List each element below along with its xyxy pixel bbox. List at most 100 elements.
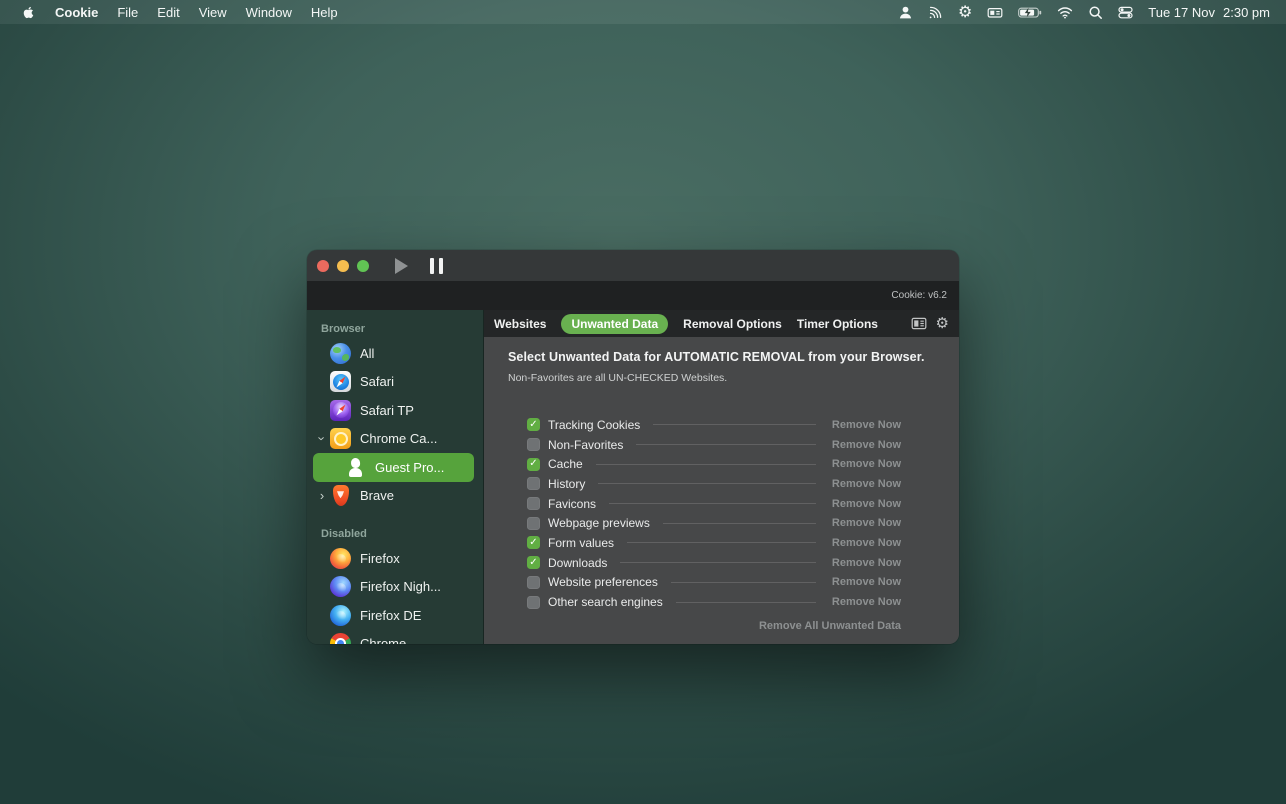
sidebar-item-safari-tp[interactable]: Safari TP: [307, 396, 483, 425]
minimize-button[interactable]: [337, 260, 349, 272]
leader-line: [609, 503, 816, 504]
keyboard-icon[interactable]: [987, 4, 1003, 20]
sidebar-section-header-browser: Browser: [307, 317, 483, 339]
menubar-date: Tue 17 Nov: [1148, 5, 1215, 20]
menubar-clock[interactable]: Tue 17 Nov 2:30 pm: [1148, 5, 1270, 20]
leader-line: [636, 444, 816, 445]
sidebar-item-all[interactable]: All: [307, 339, 483, 368]
compass-face: [333, 374, 349, 390]
search-icon[interactable]: [1088, 4, 1103, 20]
remove-now-button[interactable]: Remove Now: [832, 439, 901, 451]
chevron-down-icon[interactable]: ›: [316, 434, 329, 444]
remove-now-button[interactable]: Remove Now: [832, 537, 901, 549]
pause-button[interactable]: [430, 258, 443, 274]
tab-bar-tabs: Websites Unwanted Data Removal Options Time…: [494, 314, 878, 334]
user-icon[interactable]: [898, 4, 913, 20]
sidebar-section-header-disabled: Disabled: [307, 522, 483, 544]
row-label: Form values: [548, 536, 614, 550]
tab-websites[interactable]: Websites: [494, 314, 546, 334]
sidebar-item-label: Safari TP: [360, 403, 414, 418]
menubar-items: File Edit View Window Help: [117, 5, 337, 20]
menubar-app-name[interactable]: Cookie: [55, 5, 98, 20]
menu-item-help[interactable]: Help: [311, 5, 338, 20]
chrome-canary-icon: [330, 428, 351, 449]
sidebar-item-label: Brave: [360, 488, 394, 503]
tab-removal-options[interactable]: Removal Options: [683, 314, 782, 334]
checkbox-history[interactable]: [527, 477, 540, 490]
settings-gear-icon[interactable]: ⚙: [936, 316, 949, 331]
tab-unwanted-data[interactable]: Unwanted Data: [561, 314, 668, 334]
remove-now-button[interactable]: Remove Now: [832, 517, 901, 529]
row-label: Website preferences: [548, 575, 658, 589]
sidebar-item-firefox[interactable]: Firefox: [307, 544, 483, 573]
guest-icon: [345, 457, 366, 478]
checkbox-favicons[interactable]: [527, 497, 540, 510]
checkbox-form-values[interactable]: ✓: [527, 536, 540, 549]
leader-line: [620, 562, 816, 563]
checkbox-downloads[interactable]: ✓: [527, 556, 540, 569]
row-label: History: [548, 477, 585, 491]
menu-item-view[interactable]: View: [199, 5, 227, 20]
sidebar-item-chrome[interactable]: Chrome: [307, 630, 483, 645]
sidebar-item-brave[interactable]: › Brave: [307, 482, 483, 511]
leader-line: [676, 602, 816, 603]
control-center-icon[interactable]: [1118, 4, 1133, 20]
sidebar-item-safari[interactable]: Safari: [307, 368, 483, 397]
checkbox-other-search-engines[interactable]: [527, 596, 540, 609]
remove-now-button[interactable]: Remove Now: [832, 576, 901, 588]
menu-item-edit[interactable]: Edit: [157, 5, 179, 20]
apple-menu-icon[interactable]: [21, 5, 36, 20]
row-label: Other search engines: [548, 595, 663, 609]
chevron-right-icon[interactable]: ›: [317, 489, 327, 502]
sidebar-item-firefox-nigh[interactable]: Firefox Nigh...: [307, 573, 483, 602]
firefox-nightly-icon: [330, 576, 351, 597]
row-label: Non-Favorites: [548, 438, 623, 452]
menu-item-window[interactable]: Window: [246, 5, 292, 20]
sidebar-item-guest-pro[interactable]: Guest Pro...: [313, 453, 474, 482]
window-titlebar[interactable]: [307, 250, 959, 281]
checkbox-non-favorites[interactable]: [527, 438, 540, 451]
remove-now-button[interactable]: Remove Now: [832, 557, 901, 569]
remove-now-button[interactable]: Remove Now: [832, 498, 901, 510]
remove-now-button[interactable]: Remove Now: [832, 419, 901, 431]
row-label: Webpage previews: [548, 516, 650, 530]
sidebar-item-firefox-de[interactable]: Firefox DE: [307, 601, 483, 630]
menu-item-file[interactable]: File: [117, 5, 138, 20]
leader-line: [663, 523, 816, 524]
firefox-de-icon: [330, 605, 351, 626]
leader-line: [596, 464, 816, 465]
checkbox-tracking-cookies[interactable]: ✓: [527, 418, 540, 431]
waves-icon[interactable]: [928, 4, 943, 20]
compass-face: [333, 402, 349, 418]
brave-icon: [330, 485, 351, 506]
gear-icon[interactable]: ⚙: [958, 4, 972, 20]
data-row-website-preferences: Website preferences Remove Now: [527, 573, 901, 593]
panel-subheading: Non-Favorites are all UN-CHECKED Website…: [508, 372, 935, 384]
close-button[interactable]: [317, 260, 329, 272]
unwanted-data-list: ✓Tracking CookiesRemove Now Non-Favorites…: [508, 415, 935, 612]
sidebar: Browser All Safari Safari TP ›Chrome Ca...Gu…: [307, 310, 484, 644]
data-row-tracking-cookies: ✓Tracking CookiesRemove Now: [527, 415, 901, 435]
remove-now-button[interactable]: Remove Now: [832, 596, 901, 608]
checkbox-webpage-previews[interactable]: [527, 517, 540, 530]
remove-now-button[interactable]: Remove Now: [832, 458, 901, 470]
row-label: Favicons: [548, 497, 596, 511]
unwanted-data-panel: Select Unwanted Data for AUTOMATIC REMOV…: [484, 337, 959, 644]
sidebar-item-chrome-ca[interactable]: ›Chrome Ca...: [307, 425, 483, 454]
checkbox-website-preferences[interactable]: [527, 576, 540, 589]
checkbox-cache[interactable]: ✓: [527, 458, 540, 471]
sidebar-item-label: All: [360, 346, 374, 361]
tab-timer-options[interactable]: Timer Options: [797, 314, 878, 334]
play-button[interactable]: [395, 258, 408, 274]
zoom-button[interactable]: [357, 260, 369, 272]
data-row-cache: ✓ Cache Remove Now: [527, 454, 901, 474]
remove-all-unwanted-data-button[interactable]: Remove All Unwanted Data: [759, 620, 901, 632]
row-label: Cache: [548, 457, 583, 471]
sidebar-item-label: Chrome: [360, 636, 406, 644]
remove-now-button[interactable]: Remove Now: [832, 478, 901, 490]
wifi-icon[interactable]: [1057, 4, 1073, 20]
data-row-history: History Remove Now: [527, 474, 901, 494]
battery-charging-icon[interactable]: [1018, 4, 1042, 20]
sidebar-item-label: Safari: [360, 374, 394, 389]
list-view-icon[interactable]: [911, 316, 927, 331]
